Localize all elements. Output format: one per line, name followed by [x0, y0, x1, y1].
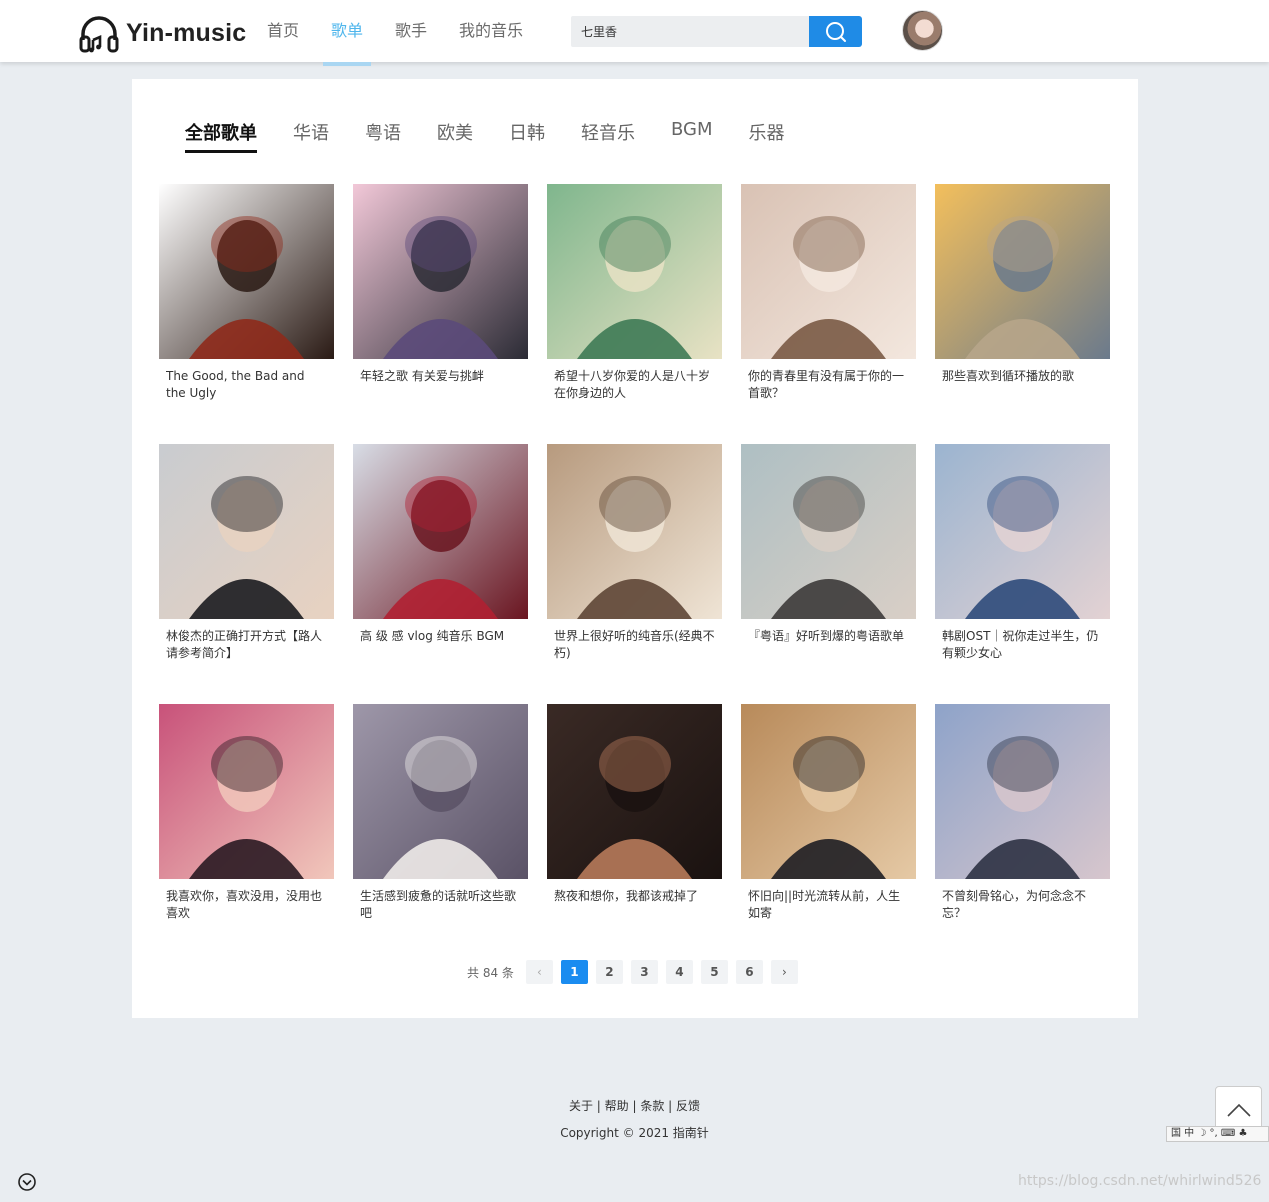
playlist-title[interactable]: 我喜欢你，喜欢没用，没用也喜欢 — [166, 888, 327, 922]
search-button[interactable] — [809, 16, 862, 47]
playlist-cover[interactable] — [353, 184, 528, 359]
page-button[interactable]: 5 — [700, 960, 728, 984]
playlist-card[interactable]: 林俊杰的正确打开方式【路人请参考简介】 — [159, 444, 334, 704]
total-count: 共 84 条 — [467, 965, 514, 980]
playlist-card[interactable]: 韩剧OST｜祝你走过半生，仍有颗少女心 — [935, 444, 1110, 704]
logo-text: Yin-music — [126, 18, 247, 47]
page-button[interactable]: 3 — [630, 960, 658, 984]
playlist-cover[interactable] — [741, 704, 916, 879]
playlist-cover[interactable] — [353, 704, 528, 879]
nav-home[interactable]: 首页 — [251, 0, 315, 62]
playlist-title[interactable]: 不曾刻骨铭心，为何念念不忘？ — [942, 888, 1103, 922]
playlist-card[interactable]: 世界上很好听的纯音乐(经典不朽) — [547, 444, 722, 704]
playlist-title[interactable]: 韩剧OST｜祝你走过半生，仍有颗少女心 — [942, 628, 1103, 662]
next-page-button[interactable]: › — [770, 960, 798, 984]
top-header: Yin-music 首页 歌单 歌手 我的音乐 — [0, 0, 1269, 66]
playlist-cover[interactable] — [159, 444, 334, 619]
tab-bgm[interactable]: BGM — [671, 119, 713, 151]
playlist-card[interactable]: The Good, the Bad and the Ugly — [159, 184, 334, 444]
playlist-title[interactable]: 你的青春里有没有属于你的一首歌？ — [748, 368, 909, 402]
playlist-card[interactable]: 『粤语』好听到爆的粤语歌单 — [741, 444, 916, 704]
playlist-card[interactable]: 高 级 感 vlog 纯音乐 BGM — [353, 444, 528, 704]
playlist-card[interactable]: 希望十八岁你爱的人是八十岁在你身边的人 — [547, 184, 722, 444]
tab-all[interactable]: 全部歌单 — [185, 119, 257, 153]
playlist-title[interactable]: 世界上很好听的纯音乐(经典不朽) — [554, 628, 715, 662]
pagination: 共 84 条 ‹ 1 2 3 4 5 6 › — [467, 960, 806, 984]
logo[interactable]: Yin-music — [78, 12, 246, 54]
playlist-title[interactable]: 高 级 感 vlog 纯音乐 BGM — [360, 628, 521, 645]
nav-playlists[interactable]: 歌单 — [315, 0, 379, 66]
playlist-title[interactable]: The Good, the Bad and the Ugly — [166, 368, 327, 402]
playlist-panel: 全部歌单 华语 粤语 欧美 日韩 轻音乐 BGM 乐器 The Good, th… — [132, 79, 1138, 1018]
expand-icon[interactable] — [17, 1172, 37, 1192]
playlist-cover[interactable] — [741, 444, 916, 619]
playlist-card[interactable]: 不曾刻骨铭心，为何念念不忘？ — [935, 704, 1110, 964]
page-button[interactable]: 1 — [560, 960, 588, 984]
tab-japanese-korean[interactable]: 日韩 — [509, 119, 545, 151]
playlist-title[interactable]: 熬夜和想你，我都该戒掉了 — [554, 888, 715, 905]
playlist-title[interactable]: 怀旧向||时光流转从前，人生如寄 — [748, 888, 909, 922]
playlist-card[interactable]: 怀旧向||时光流转从前，人生如寄 — [741, 704, 916, 964]
playlist-title[interactable]: 『粤语』好听到爆的粤语歌单 — [748, 628, 909, 645]
tab-chinese[interactable]: 华语 — [293, 119, 329, 151]
category-tabs: 全部歌单 华语 粤语 欧美 日韩 轻音乐 BGM 乐器 — [185, 119, 821, 153]
playlist-cover[interactable] — [935, 444, 1110, 619]
playlist-cover[interactable] — [741, 184, 916, 359]
watermark: https://blog.csdn.net/whirlwind526 — [1018, 1173, 1262, 1189]
tab-western[interactable]: 欧美 — [437, 119, 473, 151]
footer-copyright: Copyright © 2021 指南针 — [560, 1126, 709, 1140]
playlist-card[interactable]: 年轻之歌 有关爱与挑衅 — [353, 184, 528, 444]
tab-light-music[interactable]: 轻音乐 — [581, 119, 635, 151]
playlist-title[interactable]: 年轻之歌 有关爱与挑衅 — [360, 368, 521, 385]
playlist-cover[interactable] — [159, 704, 334, 879]
playlist-grid: The Good, the Bad and the Ugly 年轻之歌 有关爱与挑… — [159, 184, 1110, 964]
playlist-title[interactable]: 生活感到疲惫的话就听这些歌吧 — [360, 888, 521, 922]
playlist-cover[interactable] — [547, 704, 722, 879]
playlist-cover[interactable] — [935, 704, 1110, 879]
headphones-icon — [79, 16, 119, 53]
playlist-cover[interactable] — [547, 444, 722, 619]
playlist-card[interactable]: 你的青春里有没有属于你的一首歌？ — [741, 184, 916, 444]
playlist-card[interactable]: 那些喜欢到循环播放的歌 — [935, 184, 1110, 444]
playlist-card[interactable]: 我喜欢你，喜欢没用，没用也喜欢 — [159, 704, 334, 964]
playlist-card[interactable]: 生活感到疲惫的话就听这些歌吧 — [353, 704, 528, 964]
chevron-up-icon — [1226, 1103, 1251, 1117]
main-nav: 首页 歌单 歌手 我的音乐 — [251, 0, 539, 66]
search-bar — [571, 16, 862, 47]
page-button[interactable]: 4 — [665, 960, 693, 984]
playlist-cover[interactable] — [353, 444, 528, 619]
nav-singers[interactable]: 歌手 — [379, 0, 443, 62]
playlist-cover[interactable] — [935, 184, 1110, 359]
search-icon — [825, 21, 846, 42]
tab-instrument[interactable]: 乐器 — [749, 119, 785, 151]
playlist-title[interactable]: 林俊杰的正确打开方式【路人请参考简介】 — [166, 628, 327, 662]
prev-page-button[interactable]: ‹ — [525, 960, 553, 984]
playlist-title[interactable]: 那些喜欢到循环播放的歌 — [942, 368, 1103, 385]
nav-my-music[interactable]: 我的音乐 — [443, 0, 539, 62]
search-input[interactable] — [571, 16, 809, 47]
ime-toolbar[interactable]: 国 中 ☽ °, ⌨ ♣ — [1166, 1126, 1269, 1142]
playlist-cover[interactable] — [547, 184, 722, 359]
playlist-cover[interactable] — [159, 184, 334, 359]
footer-links[interactable]: 关于 | 帮助 | 条款 | 反馈 — [0, 1097, 1269, 1114]
user-avatar[interactable] — [902, 10, 943, 51]
playlist-card[interactable]: 熬夜和想你，我都该戒掉了 — [547, 704, 722, 964]
playlist-title[interactable]: 希望十八岁你爱的人是八十岁在你身边的人 — [554, 368, 715, 402]
page-button[interactable]: 6 — [735, 960, 763, 984]
tab-cantonese[interactable]: 粤语 — [365, 119, 401, 151]
page-button[interactable]: 2 — [595, 960, 623, 984]
